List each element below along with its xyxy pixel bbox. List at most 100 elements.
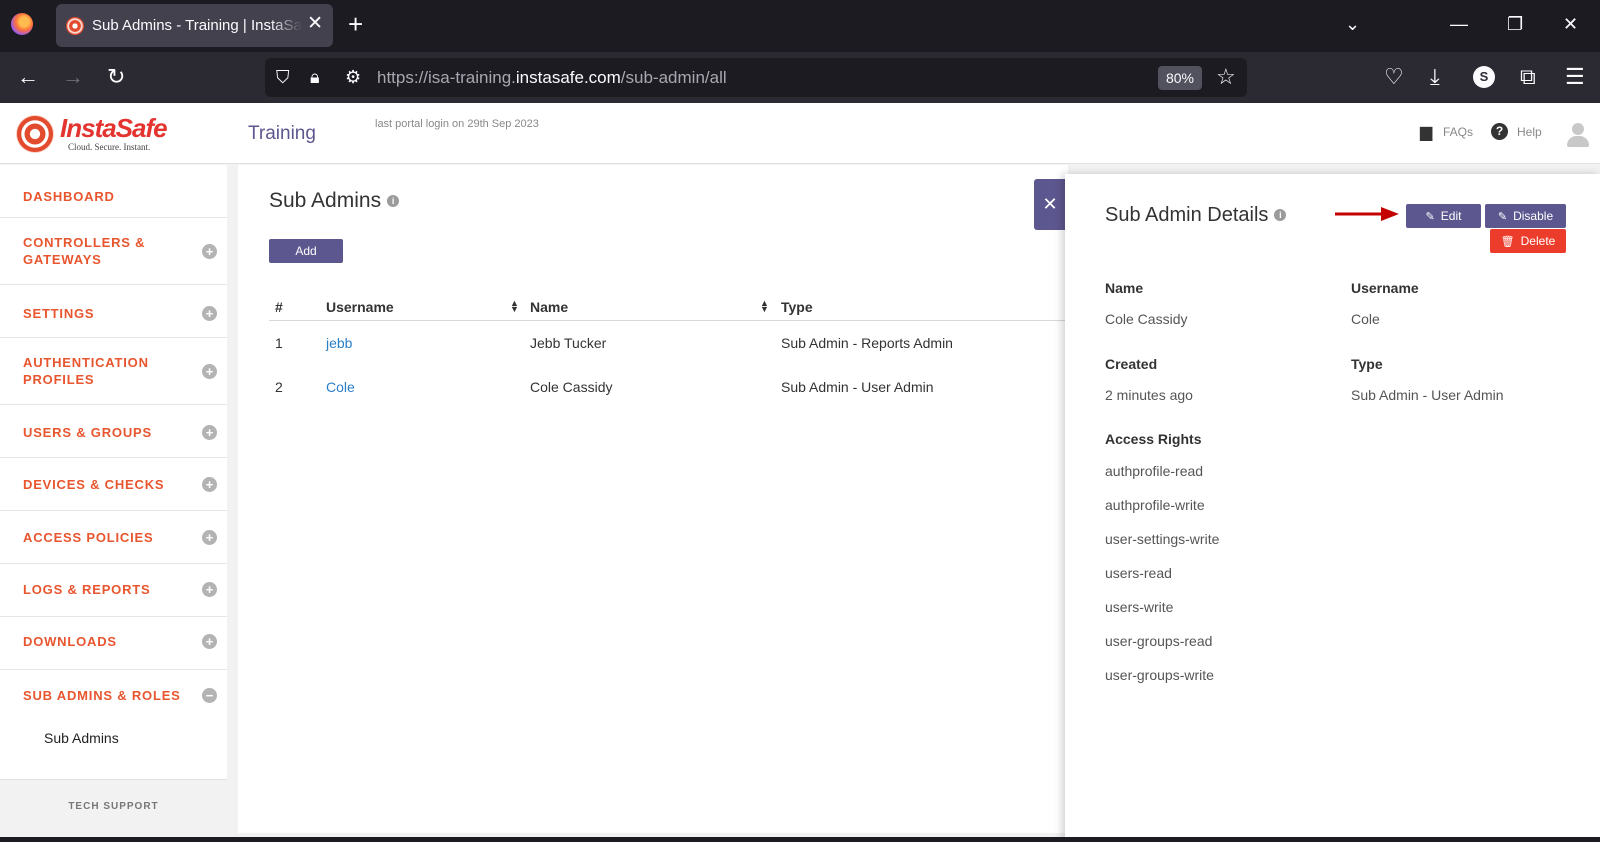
type-value: Sub Admin - User Admin <box>1351 387 1504 403</box>
column-header-number: # <box>275 299 283 315</box>
username-value: Cole <box>1351 311 1380 327</box>
last-login-text: last portal login on 29th Sep 2023 <box>375 118 539 130</box>
permissions-icon[interactable]: ⚙ <box>345 66 361 88</box>
row-number: 1 <box>275 335 283 351</box>
sidebar-item-access-policies[interactable]: ACCESS POLICIES + <box>0 511 227 564</box>
sidebar-item-dashboard[interactable]: DASHBOARD <box>0 165 227 218</box>
expand-plus-icon[interactable]: + <box>202 582 217 597</box>
sidebar-item-devices-checks[interactable]: DEVICES & CHECKS + <box>0 458 227 511</box>
user-profile-icon[interactable] <box>1566 123 1590 147</box>
account-avatar[interactable]: S <box>1473 66 1495 88</box>
lock-icon[interactable]: 🔒︎ <box>310 66 320 88</box>
reload-icon[interactable]: ↻ <box>107 64 125 90</box>
sidebar-subitem-sub-admins[interactable]: Sub Admins <box>44 730 119 746</box>
firefox-logo-icon[interactable] <box>11 13 33 35</box>
row-name: Cole Cassidy <box>530 379 613 395</box>
row-username-link[interactable]: Cole <box>326 379 355 395</box>
list-all-tabs-chevron-icon[interactable]: ⌄ <box>1345 13 1360 35</box>
access-rights-label: Access Rights <box>1105 431 1202 447</box>
sub-admins-list-panel: Sub Admins i Add # Username ▲ ▼ Name ▲ ▼ Ty… <box>238 165 1068 833</box>
menu-hamburger-icon[interactable]: ☰ <box>1565 64 1585 90</box>
bookmark-star-icon[interactable]: ☆ <box>1216 64 1236 90</box>
access-right-item: users-read <box>1105 565 1172 581</box>
name-label: Name <box>1105 280 1144 296</box>
address-bar[interactable]: ⛉ 🔒︎ ⚙ https://isa-training.instasafe.co… <box>265 58 1247 97</box>
tech-support-link[interactable]: TECH SUPPORT <box>0 779 227 842</box>
info-icon[interactable]: i <box>1274 209 1287 221</box>
app-header: InstaSafe Cloud. Secure. Instant. Traini… <box>0 103 1600 164</box>
instasafe-logo[interactable]: InstaSafe Cloud. Secure. Instant. <box>16 113 168 155</box>
row-type: Sub Admin - User Admin <box>781 379 934 395</box>
created-value: 2 minutes ago <box>1105 387 1193 403</box>
access-right-item: user-groups-write <box>1105 667 1214 683</box>
red-arrow-annotation-icon <box>1335 207 1399 221</box>
instasafe-favicon-icon <box>66 17 84 35</box>
access-right-item: authprofile-read <box>1105 463 1204 479</box>
expand-plus-icon[interactable]: + <box>202 530 217 545</box>
page-title: Sub Admins i <box>269 189 400 213</box>
browser-tab-active[interactable]: Sub Admins - Training | InstaSafe ✕ <box>56 4 333 47</box>
pencil-icon: ✎ <box>1497 211 1508 223</box>
faq-chat-icon[interactable]: ▆ <box>1420 122 1432 142</box>
zoom-level-badge[interactable]: 80% <box>1158 66 1202 90</box>
username-label: Username <box>1351 280 1419 296</box>
sidebar-item-controllers-gateways[interactable]: CONTROLLERS & GATEWAYS + <box>0 218 227 285</box>
new-tab-icon[interactable]: + <box>348 11 363 37</box>
access-right-item: authprofile-write <box>1105 497 1205 513</box>
edit-button[interactable]: ✎ Edit <box>1406 204 1481 228</box>
sub-admin-details-panel: Sub Admin Details i ✎ Edit ✎ Disable 🗑︎ Dele… <box>1065 174 1600 842</box>
collapse-minus-icon[interactable]: − <box>202 688 217 703</box>
logo-text: InstaSafe <box>60 113 168 143</box>
row-name: Jebb Tucker <box>530 335 607 351</box>
expand-plus-icon[interactable]: + <box>202 364 217 379</box>
url-text[interactable]: https://isa-training.instasafe.com/sub-a… <box>377 68 727 88</box>
sidebar-item-authentication-profiles[interactable]: AUTHENTICATION PROFILES + <box>0 338 227 405</box>
close-details-panel-button[interactable]: ✕ <box>1034 179 1066 230</box>
delete-button[interactable]: 🗑︎ Delete <box>1490 229 1566 253</box>
row-number: 2 <box>275 379 283 395</box>
expand-plus-icon[interactable]: + <box>202 425 217 440</box>
expand-plus-icon[interactable]: + <box>202 634 217 649</box>
row-username-link[interactable]: jebb <box>326 335 352 351</box>
downloads-icon[interactable]: ⤓ <box>1430 64 1440 90</box>
sort-username-icon[interactable]: ▲ ▼ <box>510 299 519 314</box>
disable-button[interactable]: ✎ Disable <box>1485 204 1566 228</box>
pencil-icon: ✎ <box>1425 211 1435 223</box>
access-right-item: user-settings-write <box>1105 531 1220 547</box>
forward-arrow-icon[interactable]: → <box>62 64 84 90</box>
expand-plus-icon[interactable]: + <box>202 306 217 321</box>
sidebar-item-settings[interactable]: SETTINGS + <box>0 285 227 338</box>
close-tab-icon[interactable]: ✕ <box>307 14 323 34</box>
sidebar-item-downloads[interactable]: DOWNLOADS + <box>0 617 227 670</box>
expand-plus-icon[interactable]: + <box>202 477 217 492</box>
help-link[interactable]: Help <box>1517 125 1542 139</box>
close-window-icon[interactable]: ✕ <box>1563 13 1578 35</box>
table-header-divider <box>269 320 1068 321</box>
browser-nav-bar: ← → ↻ ⛉ 🔒︎ ⚙ https://isa-training.instas… <box>0 52 1600 103</box>
faqs-link[interactable]: FAQs <box>1443 125 1473 139</box>
sidebar-item-users-groups[interactable]: USERS & GROUPS + <box>0 405 227 458</box>
help-question-icon[interactable]: ? <box>1491 123 1508 140</box>
minimize-window-icon[interactable]: — <box>1450 13 1468 35</box>
sidebar-item-logs-reports[interactable]: LOGS & REPORTS + <box>0 564 227 617</box>
info-icon[interactable]: i <box>387 195 400 207</box>
access-right-item: user-groups-read <box>1105 633 1213 649</box>
column-header-type[interactable]: Type <box>781 299 813 315</box>
sidebar-item-sub-admins-roles[interactable]: SUB ADMINS & ROLES − <box>0 670 227 779</box>
sidebar-nav: DASHBOARD CONTROLLERS & GATEWAYS + SETTIN… <box>0 165 227 842</box>
access-right-item: users-write <box>1105 599 1174 615</box>
extensions-icon[interactable]: ⧉ <box>1520 64 1536 90</box>
pocket-icon[interactable]: ♡ <box>1384 64 1404 90</box>
restore-window-icon[interactable]: ❐ <box>1507 13 1523 35</box>
add-sub-admin-button[interactable]: Add <box>269 239 343 263</box>
expand-plus-icon[interactable]: + <box>202 244 217 259</box>
sort-name-icon[interactable]: ▲ ▼ <box>760 299 769 314</box>
column-header-name[interactable]: Name <box>530 299 568 315</box>
window-bottom-edge <box>0 837 1600 842</box>
column-header-username[interactable]: Username <box>326 299 394 315</box>
instasafe-logo-icon <box>16 115 54 153</box>
name-value: Cole Cassidy <box>1105 311 1188 327</box>
back-arrow-icon[interactable]: ← <box>17 64 39 90</box>
tracking-shield-icon[interactable]: ⛉ <box>276 66 290 88</box>
logo-tagline: Cloud. Secure. Instant. <box>68 142 151 152</box>
